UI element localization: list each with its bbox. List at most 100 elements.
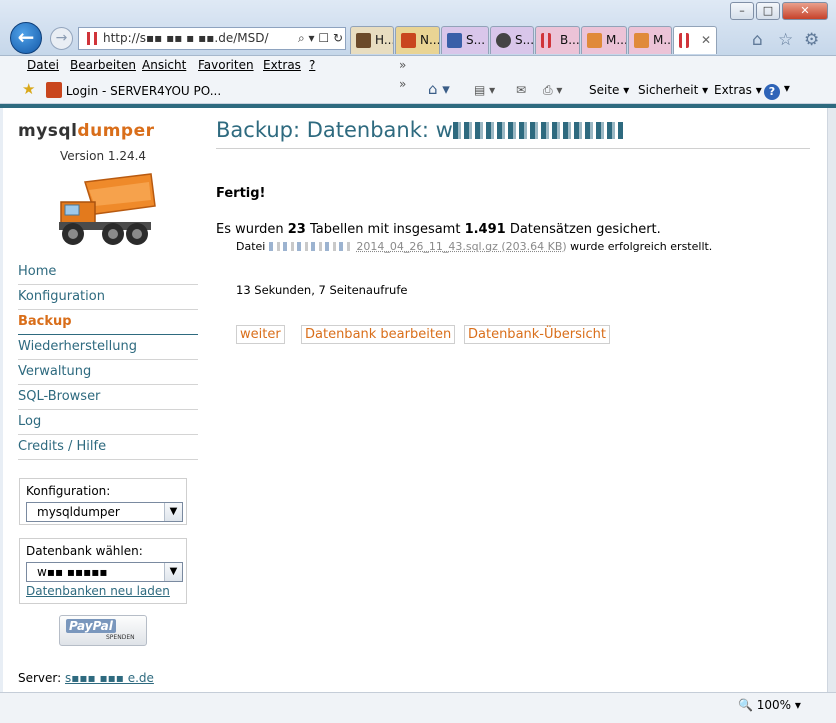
settings-gear-icon[interactable]: ⚙ (804, 30, 819, 50)
tab-favicon-icon (634, 33, 649, 48)
maximize-button[interactable]: □ (756, 2, 780, 20)
home-icon[interactable]: ⌂ (752, 30, 763, 50)
minimize-button[interactable]: – (730, 2, 754, 20)
tab-label: M... (653, 33, 671, 47)
favorites-star-icon[interactable]: ☆ (778, 30, 793, 50)
wordpress-icon (496, 33, 511, 48)
server-link[interactable]: s▪▪▪ ▪▪▪ e.de (65, 671, 154, 685)
menu-bearbeiten[interactable]: Bearbeiten (70, 58, 136, 72)
chevron-down-icon: ▼ (164, 503, 182, 521)
menu-ansicht[interactable]: Ansicht (142, 58, 186, 72)
close-window-button[interactable]: ✕ (782, 2, 828, 20)
nav-konfiguration[interactable]: Konfiguration (18, 285, 198, 310)
status-bar: 🔍 100% ▾ (0, 692, 836, 723)
favorites-add-icon[interactable]: ★ (22, 80, 35, 98)
back-button[interactable]: ← (10, 22, 42, 54)
table-count: 23 (287, 222, 306, 237)
menu-datei[interactable]: Datei (27, 58, 59, 72)
tab-favicon-icon (356, 33, 371, 48)
zoom-icon: 🔍 (738, 698, 753, 712)
paypal-donate-button[interactable]: PayPal SPENDEN (59, 615, 147, 646)
version-text: Version 1.24.4 (59, 149, 147, 163)
tab-4[interactable]: S... (490, 26, 534, 54)
favorite-favicon-icon (46, 82, 62, 98)
tab-1[interactable]: H... (350, 26, 394, 54)
config-select[interactable]: mysqldumper ▼ (26, 502, 183, 522)
address-bar[interactable]: http://s▪▪ ▪▪ ▪ ▪▪.de/MSD/ ⌕ ▾ ☐ ↻ (78, 27, 346, 50)
nav-credits-hilfe[interactable]: Credits / Hilfe (18, 435, 198, 460)
feeds-icon[interactable]: ▤ ▾ (474, 83, 495, 97)
favorite-label: Login - SERVER4YOU PO... (65, 84, 222, 98)
address-controls[interactable]: ⌕ ▾ ☐ ↻ (295, 28, 343, 49)
database-overview-button[interactable]: Datenbank-Übersicht (464, 325, 610, 344)
nav-home[interactable]: Home (18, 260, 198, 285)
page-title: Backup: Datenbank: w (216, 118, 810, 149)
done-heading: Fertig! (216, 186, 266, 201)
tab-5[interactable]: B... (535, 26, 580, 54)
logo-text-a: mysql (18, 121, 78, 141)
edit-database-button[interactable]: Datenbank bearbeiten (301, 325, 456, 344)
nav-backup[interactable]: Backup (18, 310, 198, 335)
config-fieldset: Konfiguration: mysqldumper ▼ (19, 478, 187, 525)
favbar-overflow-icon[interactable]: » (399, 77, 406, 91)
zoom-level: 100% (756, 698, 792, 712)
browser-titlebar: – □ ✕ ← → http://s▪▪ ▪▪ ▪ ▪▪.de/MSD/ ⌕ ▾… (0, 0, 836, 56)
reload-databases-link[interactable]: Datenbanken neu laden (26, 584, 180, 598)
favorites-bar: ★ Login - SERVER4YOU PO... » ⌂ ▾ ▤ ▾ ✉ ⎙… (0, 77, 836, 104)
tab-6[interactable]: M... (581, 26, 627, 54)
tab-favicon-icon (679, 33, 689, 48)
nav-wiederherstellung[interactable]: Wiederherstellung (18, 335, 198, 360)
tools-menu[interactable]: Extras ▾ (714, 83, 762, 97)
close-tab-icon[interactable]: ✕ (701, 27, 711, 53)
file-suffix: wurde erfolgreich erstellt. (566, 240, 713, 253)
file-prefix-redacted (268, 242, 353, 251)
tab-2[interactable]: N... (395, 26, 440, 54)
menu-bar: Datei Bearbeiten Ansicht Favoriten Extra… (0, 56, 836, 77)
database-name-redacted (452, 122, 623, 139)
tab-label: H... (375, 33, 394, 47)
favorite-login[interactable]: Login - SERVER4YOU PO... (46, 82, 221, 98)
main-content: Backup: Datenbank: w Fertig! Es wurden 2… (216, 108, 812, 692)
tab-label: N... (420, 33, 440, 47)
logo-text-b: dumper (77, 121, 155, 141)
mail-icon[interactable]: ✉ (516, 83, 526, 97)
summary-text: Datensätzen gesichert. (505, 222, 661, 237)
help-menu-icon[interactable]: ? ▾ (764, 81, 790, 100)
backup-file-link[interactable]: 2014_04_26_11_43.sql.gz (203.64 KB) (356, 240, 566, 253)
tab-active[interactable]: ✕ (673, 26, 717, 54)
tab-3[interactable]: S... (441, 26, 489, 54)
tab-7[interactable]: M... (628, 26, 672, 54)
sidebar: mysqldumper Version 1.24.4 Home Konfigur… (3, 108, 203, 692)
tab-label: M... (606, 33, 627, 47)
config-select-value: mysqldumper (37, 505, 120, 519)
home-menu-icon[interactable]: ⌂ ▾ (428, 80, 450, 98)
menu-extras[interactable]: Extras (263, 58, 301, 72)
tab-favicon-icon (447, 33, 462, 48)
print-icon[interactable]: ⎙ ▾ (543, 83, 562, 98)
nav-log[interactable]: Log (18, 410, 198, 435)
nav-verwaltung[interactable]: Verwaltung (18, 360, 198, 385)
tab-favicon-icon (587, 33, 602, 48)
site-favicon-icon (87, 32, 97, 45)
database-label: Datenbank wählen: (26, 544, 143, 558)
weiter-button[interactable]: weiter (236, 325, 285, 344)
zoom-control[interactable]: 🔍 100% ▾ (738, 698, 801, 712)
mysqldumper-logo: mysqldumper (18, 121, 155, 141)
runtime-stats: 13 Sekunden, 7 Seitenaufrufe (236, 283, 408, 297)
forward-button[interactable]: → (50, 27, 73, 50)
vertical-scrollbar[interactable] (827, 108, 836, 692)
page-menu[interactable]: Seite ▾ (589, 83, 629, 97)
tab-favicon-icon (541, 33, 551, 48)
tab-label: S... (515, 33, 534, 47)
backup-file-line: Datei 2014_04_26_11_43.sql.gz (203.64 KB… (236, 240, 712, 253)
tab-label: S... (466, 33, 486, 47)
database-select[interactable]: w▪▪ ▪▪▪▪▪ ▼ (26, 562, 183, 582)
menu-overflow-icon[interactable]: » (399, 58, 406, 72)
summary-text: Tabellen mit insgesamt (305, 222, 465, 237)
menu-favoriten[interactable]: Favoriten (198, 58, 254, 72)
safety-menu[interactable]: Sicherheit ▾ (638, 83, 708, 97)
record-count: 1.491 (464, 222, 506, 237)
menu-help[interactable]: ? (309, 58, 315, 72)
sidebar-nav: Home Konfiguration Backup Wiederherstell… (18, 260, 198, 460)
nav-sql-browser[interactable]: SQL-Browser (18, 385, 198, 410)
